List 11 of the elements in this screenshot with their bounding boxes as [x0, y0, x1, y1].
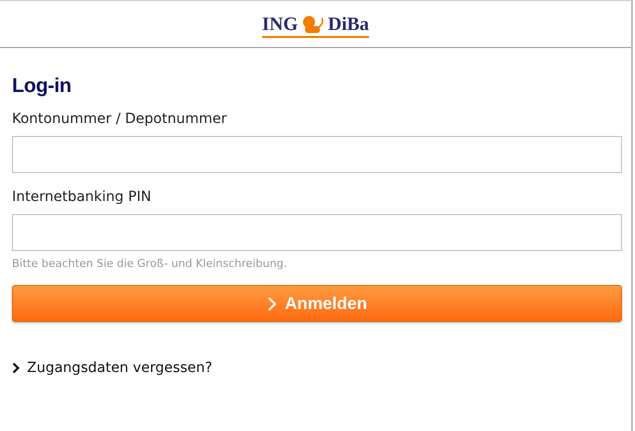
- page-title: Log-in: [12, 74, 72, 98]
- hint-text: Bitte beachten Sie die Groß- und Kleinschreibung.: [12, 257, 288, 271]
- field-label: Internetbanking PIN: [12, 188, 152, 206]
- input-field[interactable]: [12, 214, 622, 251]
- logo-text: ING: [262, 14, 298, 34]
- chevron-icon: [12, 362, 20, 374]
- chevron-icon: [266, 296, 277, 312]
- field-label: Kontonummer / Depotnummer: [12, 110, 228, 128]
- forgot-link[interactable]: Zugangsdaten vergessen?: [12, 360, 212, 376]
- logo-text: DiBa: [328, 14, 370, 34]
- input-field[interactable]: [12, 136, 622, 173]
